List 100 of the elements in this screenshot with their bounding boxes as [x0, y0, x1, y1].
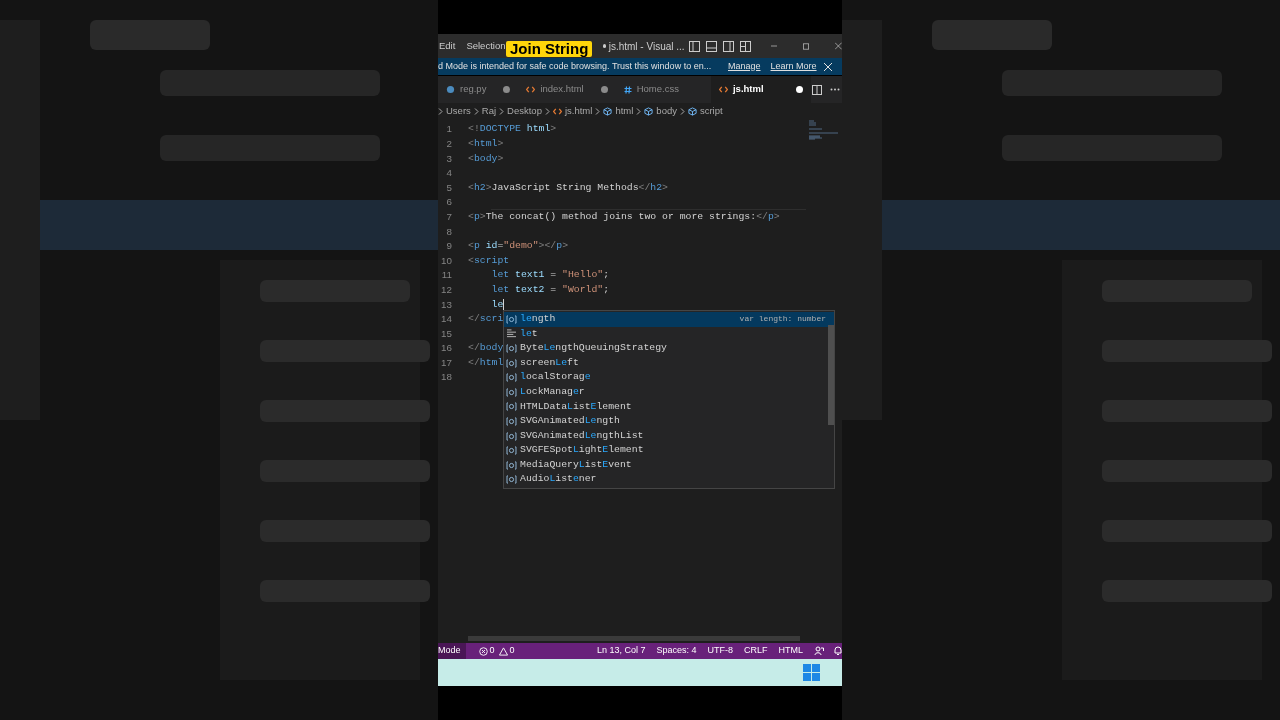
editor-tab[interactable]: Home.css [615, 76, 711, 103]
menu-item[interactable]: Edit [439, 38, 456, 54]
suggestion-item[interactable]: SVGAnimated Length [504, 414, 826, 429]
suggestion-label: length [520, 311, 556, 326]
maximize-icon[interactable] [803, 41, 810, 51]
suggestion-item[interactable]: AudioListener [504, 472, 826, 488]
code-line: le [490, 299, 504, 310]
suggestion-label: AudioListener [520, 472, 597, 487]
editor-tab[interactable]: js.html [710, 76, 811, 103]
restricted-mode-indicator[interactable]: Mode [438, 643, 466, 659]
breadcrumb-item[interactable]: Raj [481, 104, 497, 119]
close-icon[interactable] [823, 62, 832, 71]
suggestion-label: localStorage [520, 370, 591, 385]
layout-icon[interactable] [739, 40, 751, 52]
chevron-icon [595, 108, 601, 115]
code-line: <h2>JavaScript String Methods</h2> [468, 182, 668, 193]
suggestion-label: MediaQueryListEvent [520, 457, 632, 472]
menu-item[interactable]: Selection [466, 38, 506, 54]
tab-label: index.html [540, 82, 584, 97]
suggestion-item[interactable]: length var length: number [504, 312, 834, 327]
more-icon[interactable] [830, 88, 840, 91]
split-editor-icon[interactable] [812, 84, 822, 95]
line-number: 17 [440, 357, 452, 368]
tab-label: reg.py [460, 82, 487, 97]
code-line: <p id="demo"></p> [468, 241, 568, 251]
status-item[interactable]: HTML [778, 644, 803, 658]
line-number: 7 [445, 211, 452, 222]
cube-icon [687, 107, 697, 116]
suggestion-item[interactable]: MediaQueryListEvent [504, 457, 826, 473]
chevron-icon [544, 108, 550, 115]
caption-label: Join String [506, 41, 593, 57]
suggestion-label: HTMLDataListElement [520, 399, 632, 414]
breadcrumb-item[interactable]: html [615, 104, 634, 119]
error-count[interactable]: 0 [489, 644, 495, 658]
keyword-icon [506, 329, 517, 339]
chevron-icon [499, 108, 505, 115]
suggestion-item[interactable]: SVGAnimated LengthList [504, 428, 826, 444]
line-number: 1 [445, 124, 452, 135]
variable-icon [506, 402, 517, 412]
code-line: <script [468, 255, 510, 266]
suggestion-item[interactable]: let [504, 326, 826, 342]
variable-icon [506, 387, 517, 397]
suggestion-item[interactable]: HTMLDataListElement [504, 399, 826, 415]
variable-icon [506, 416, 517, 426]
chevron-icon [438, 108, 443, 115]
start-icon[interactable] [803, 664, 820, 681]
breadcrumb-item[interactable]: body [656, 104, 677, 119]
suggestion-label: ByteLengthQueuingStrategy [520, 341, 667, 356]
feedback-icon[interactable] [814, 646, 824, 656]
suggestion-item[interactable]: localStorage [504, 370, 826, 385]
suggestion-label: LockManage r [520, 384, 585, 399]
variable-icon [506, 344, 517, 353]
editor-tab[interactable]: reg.py [438, 76, 519, 103]
layout-icon[interactable] [705, 40, 717, 52]
editor-tab[interactable]: index.html [518, 76, 616, 103]
suggestion-label: SVGAnimated LengthList [520, 428, 644, 443]
breadcrumb-item[interactable]: Desktop [507, 104, 542, 119]
banner-link[interactable]: Learn More [770, 59, 817, 74]
code-line: <html> [468, 139, 504, 149]
cube-icon [603, 107, 613, 116]
code-file-icon [526, 86, 536, 93]
breadcrumb-item[interactable]: Users [446, 104, 471, 119]
line-number: 5 [445, 182, 452, 193]
line-number: 18 [440, 372, 452, 383]
banner-link[interactable]: Manage [728, 59, 761, 74]
suggestion-label: screenLeft [520, 355, 579, 370]
line-number: 4 [445, 168, 452, 178]
code-line: <p>The concat() method joins two or more strings:</p> [468, 211, 780, 222]
suggestion-item[interactable]: screenLeft [504, 355, 826, 371]
suggestion-detail: var length: number [739, 313, 826, 326]
suggestion-label: SVGAnimated Length [520, 414, 620, 429]
code-file-icon [552, 108, 562, 115]
suggestion-item[interactable]: LockManage r [504, 384, 826, 400]
status-item[interactable]: Spaces: 4 [656, 644, 697, 658]
bell-icon[interactable] [834, 646, 842, 656]
suggestion-label: SVGFESpot LightElement [520, 443, 644, 458]
status-item[interactable]: UTF-8 [707, 644, 733, 658]
layout-icon[interactable] [722, 40, 734, 52]
code-line: <!DOCTYPE html> [468, 124, 557, 135]
breadcrumb-item[interactable]: js.html [564, 104, 593, 119]
variable-icon [506, 460, 517, 470]
line-number: 11 [440, 270, 452, 281]
warning-count[interactable]: 0 [509, 644, 515, 658]
status-item[interactable]: Ln 13, Col 7 [596, 644, 646, 658]
suggestion-item[interactable]: SVGFESpot LightElement [504, 443, 826, 458]
tab-label: js.html [732, 82, 765, 97]
variable-icon [506, 314, 517, 324]
chevron-icon [636, 108, 642, 115]
status-item[interactable]: CRLF [744, 644, 768, 658]
layout-icon[interactable] [688, 40, 700, 52]
code-file-icon [718, 86, 728, 93]
minimap-drawing [808, 120, 840, 142]
breadcrumb-item[interactable]: script [699, 104, 723, 119]
variable-icon [506, 475, 517, 485]
cube-icon [644, 107, 654, 116]
line-number: 14 [440, 314, 452, 324]
line-number: 8 [445, 226, 452, 237]
code-line: </body [468, 343, 504, 354]
suggestion-item[interactable]: ByteLengthQueuingStrategy [504, 341, 826, 356]
line-number: 10 [440, 255, 452, 266]
